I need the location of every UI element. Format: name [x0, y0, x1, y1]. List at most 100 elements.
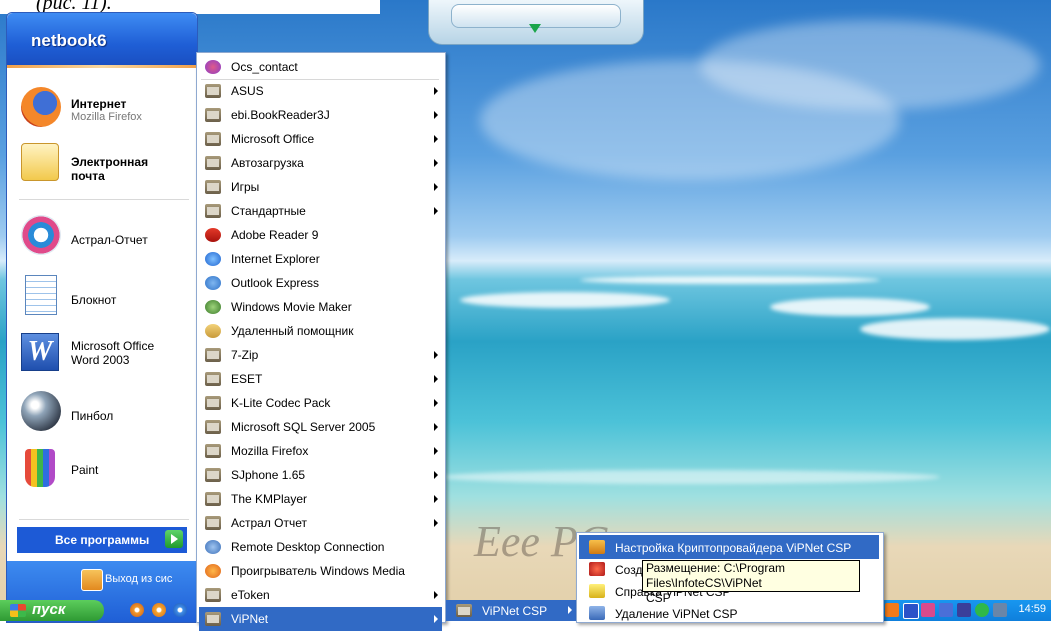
program-menu-item[interactable]: Microsoft Office [199, 127, 442, 151]
clock[interactable]: 14:59 [1018, 603, 1046, 615]
quicklaunch-icon-1[interactable] [130, 603, 144, 617]
menu-item-label: Outlook Express [231, 276, 320, 290]
tray-icon-6[interactable] [975, 603, 989, 617]
program-menu-item[interactable]: K-Lite Codec Pack [199, 391, 442, 415]
program-menu-item[interactable]: Удаленный помощник [199, 319, 442, 343]
menu-item-label: Mozilla Firefox [231, 444, 309, 458]
csp-menu-item[interactable]: Настройка Криптопровайдера ViPNet CSP [579, 535, 879, 559]
pinned-item-internet[interactable]: Интернет Mozilla Firefox [15, 83, 193, 131]
menu-item-label: ViPNet [231, 612, 269, 626]
program-menu-item[interactable]: Автозагрузка [199, 151, 442, 175]
user-name: netbook6 [31, 31, 107, 50]
start-button[interactable]: пуск [0, 600, 104, 621]
all-programs-button[interactable]: Все программы [17, 527, 187, 553]
menu-item-label: Автозагрузка [231, 156, 304, 170]
program-menu-item[interactable]: SJphone 1.65 [199, 463, 442, 487]
program-menu-item[interactable]: Астрал Отчет [199, 511, 442, 535]
menu-item-vipnet-csp[interactable]: ViPNet CSP [446, 600, 576, 621]
menu-item-label: SJphone 1.65 [231, 468, 306, 482]
program-menu-item[interactable]: Outlook Express [199, 271, 442, 295]
program-menu-item[interactable]: Стандартные [199, 199, 442, 223]
submenu-arrow-icon [434, 351, 438, 359]
recent-title: Астрал-Отчет [71, 233, 148, 247]
recent-item-notepad[interactable]: Блокнот [15, 271, 193, 319]
recent-item-pinball[interactable]: Пинбол [15, 387, 193, 435]
start-label: пуск [32, 601, 66, 618]
tray-icon-2[interactable] [903, 603, 919, 619]
recent-item-paint[interactable]: Paint [15, 445, 193, 493]
folder-icon [205, 84, 221, 98]
notepad-icon [25, 275, 57, 315]
tray-icon-7[interactable] [993, 603, 1007, 617]
tray-icon-4[interactable] [939, 603, 953, 617]
recent-item-word[interactable]: W Microsoft Office Word 2003 [15, 329, 193, 377]
quicklaunch-firefox-icon[interactable] [152, 603, 166, 617]
tray-icon-3[interactable] [921, 603, 935, 617]
recent-item-astral[interactable]: Астрал-Отчет [15, 211, 193, 259]
program-menu-item[interactable]: Microsoft SQL Server 2005 [199, 415, 442, 439]
menu-item-label: Созд [615, 563, 643, 577]
submenu-arrow-icon [434, 399, 438, 407]
wallpaper-cloud [700, 20, 1040, 110]
menu-item-label: Remote Desktop Connection [231, 540, 385, 554]
program-menu-item[interactable]: Ocs_contact [199, 55, 442, 79]
system-tray: 14:59 [880, 600, 1051, 621]
program-menu-item[interactable]: Windows Movie Maker [199, 295, 442, 319]
tray-icon-1[interactable] [885, 603, 899, 617]
program-menu-item[interactable]: eToken [199, 583, 442, 607]
submenu-arrow-icon [568, 606, 572, 614]
wallpaper-wave [440, 470, 940, 484]
pinned-item-email[interactable]: Электронная почта [15, 139, 193, 187]
pinned-subtitle: почта [71, 169, 105, 183]
program-menu-item[interactable]: The KMPlayer [199, 487, 442, 511]
all-programs-label: Все программы [55, 533, 150, 547]
submenu-arrow-icon [434, 423, 438, 431]
submenu-arrow-icon [434, 591, 438, 599]
pinned-title: Электронная [71, 155, 149, 169]
program-menu-item[interactable]: 7-Zip [199, 343, 442, 367]
program-menu-item[interactable]: Mozilla Firefox [199, 439, 442, 463]
program-menu-item[interactable]: Remote Desktop Connection [199, 535, 442, 559]
program-menu-item[interactable]: Internet Explorer [199, 247, 442, 271]
quicklaunch-ie-icon[interactable] [173, 603, 187, 617]
pinned-subtitle: Mozilla Firefox [71, 111, 142, 123]
tray-icon-5[interactable] [957, 603, 971, 617]
outlook-icon [205, 276, 221, 290]
astral-icon [21, 215, 61, 255]
program-menu-item[interactable]: ViPNet [199, 607, 442, 631]
folder-icon [205, 372, 221, 386]
folder-icon [205, 444, 221, 458]
menu-item-label: ebi.BookReader3J [231, 108, 330, 122]
menu-item-label: ESET [231, 372, 263, 386]
remote-assistant-icon [205, 324, 221, 338]
program-menu-item[interactable]: Игры [199, 175, 442, 199]
logoff-label: Выход из сис [105, 573, 173, 585]
menu-item-label: Проигрыватель Windows Media [231, 564, 405, 578]
menu-item-label: Удаление ViPNet CSP [615, 607, 738, 621]
ie-icon [205, 252, 221, 266]
expand-arrow-icon[interactable] [529, 24, 541, 33]
start-menu: netbook6 Интернет Mozilla Firefox Электр… [6, 12, 198, 623]
menu-item-label: The KMPlayer [231, 492, 308, 506]
wallpaper-wave [860, 318, 1050, 340]
submenu-arrow-icon [434, 615, 438, 623]
word-icon: W [21, 333, 59, 371]
program-menu-item[interactable]: ESET [199, 367, 442, 391]
logoff-icon [81, 569, 103, 591]
folder-icon [205, 396, 221, 410]
menu-item-label: Adobe Reader 9 [231, 228, 319, 242]
recent-title: Пинбол [71, 409, 114, 423]
pinball-icon [21, 391, 61, 431]
submenu-arrow-icon [434, 159, 438, 167]
program-menu-item[interactable]: ebi.BookReader3J [199, 103, 442, 127]
program-menu-item[interactable]: Проигрыватель Windows Media [199, 559, 442, 583]
program-menu-item[interactable]: ASUS [199, 79, 442, 103]
arrow-right-icon [165, 530, 183, 548]
menu-item-label: K-Lite Codec Pack [231, 396, 331, 410]
folder-icon [205, 420, 221, 434]
dock-gadget[interactable] [428, 0, 644, 45]
program-menu-item[interactable]: Adobe Reader 9 [199, 223, 442, 247]
menu-item-label: Удаленный помощник [231, 324, 354, 338]
submenu-arrow-icon [434, 447, 438, 455]
recent-title: Microsoft Office [71, 339, 155, 353]
